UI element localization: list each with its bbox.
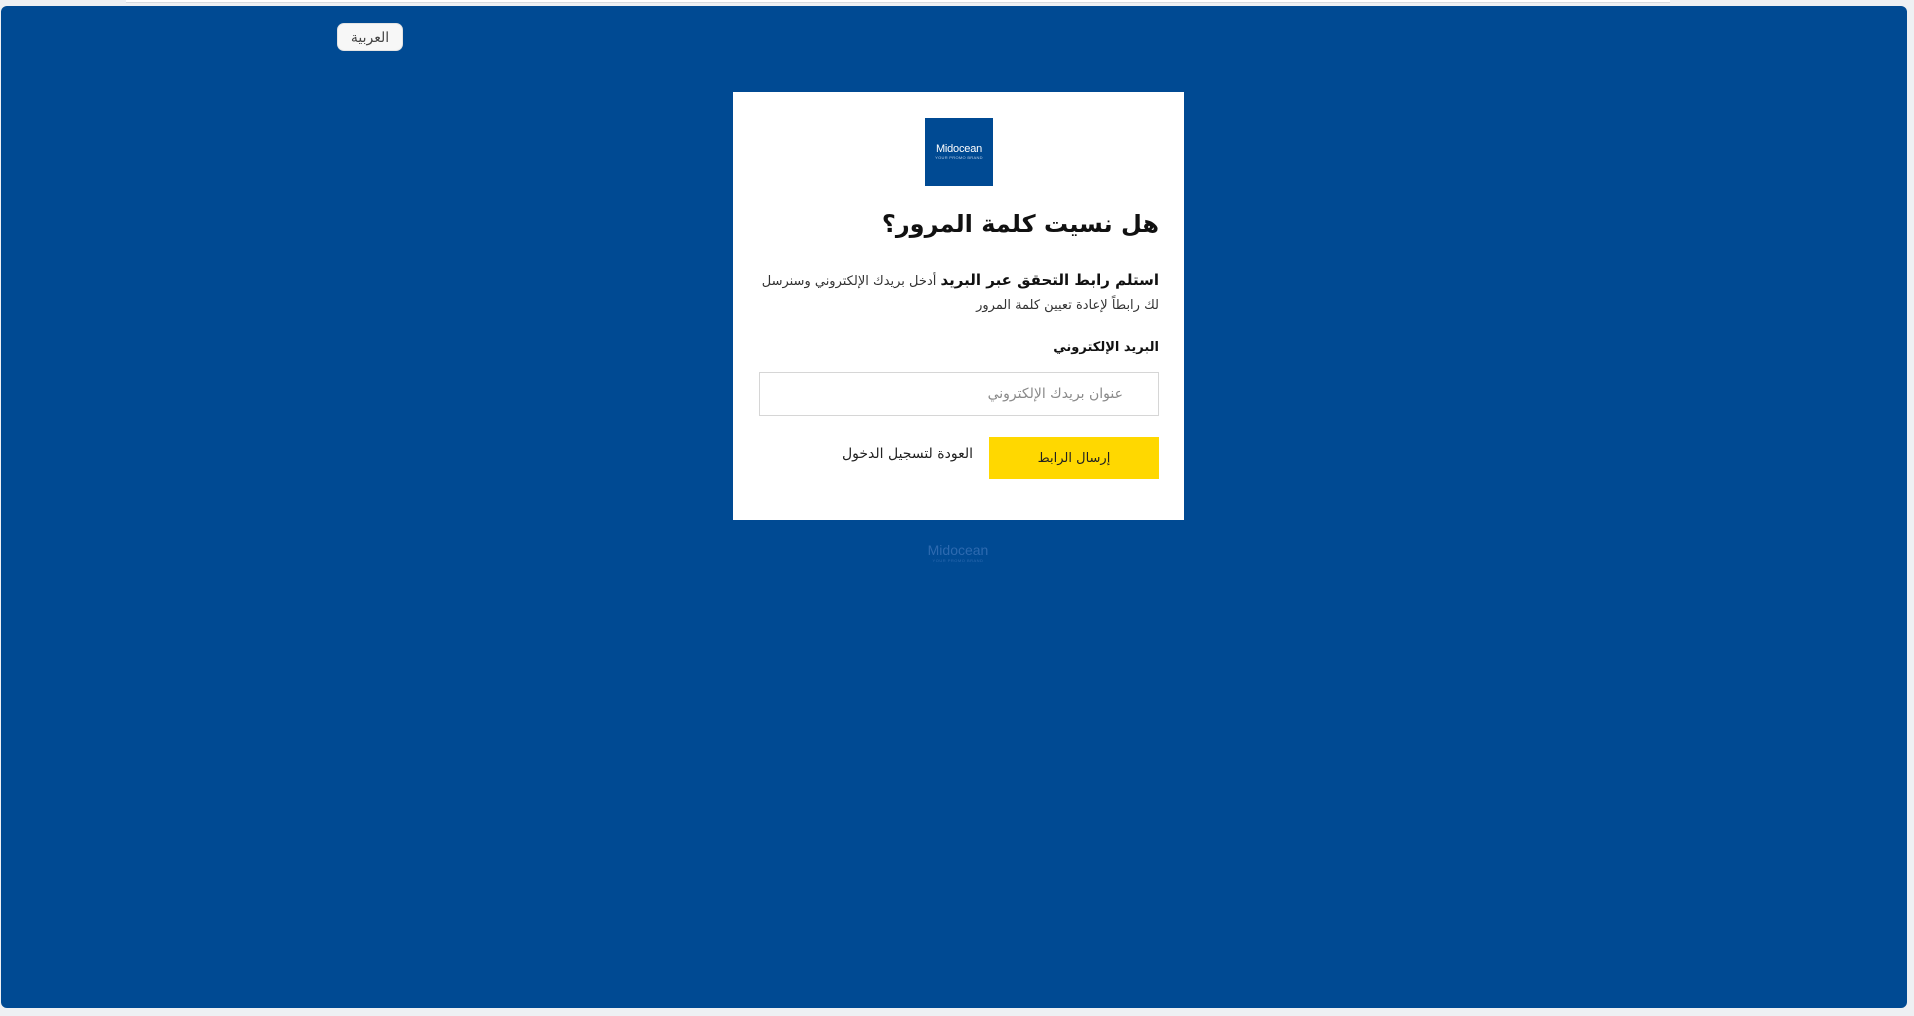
footer-tagline: YOUR PROMO BRAND xyxy=(932,558,984,563)
page-title: هل نسيت كلمة المرور؟ xyxy=(881,210,1159,238)
back-to-login-link[interactable]: العودة لتسجيل الدخول xyxy=(842,446,973,462)
form-description: استلم رابط التحقق عبر البريد أدخل بريدك … xyxy=(757,268,1159,318)
top-strip xyxy=(126,0,1670,3)
footer-logo: Midocean YOUR PROMO BRAND xyxy=(925,542,991,563)
logo-name: Midocean xyxy=(935,143,983,155)
email-label: البريد الإلكتروني xyxy=(1053,340,1159,355)
footer-brand: Midocean xyxy=(927,542,989,558)
midocean-logo: Midocean YOUR PROMO BRAND xyxy=(925,118,993,186)
logo-tagline: YOUR PROMO BRAND xyxy=(935,155,983,160)
login-page-background: العربية Midocean YOUR PROMO BRAND هل نسي… xyxy=(1,6,1907,1008)
language-switcher-button[interactable]: العربية xyxy=(337,23,403,51)
forgot-password-card: Midocean YOUR PROMO BRAND هل نسيت كلمة ا… xyxy=(733,92,1184,520)
email-field[interactable] xyxy=(759,372,1159,416)
send-link-button[interactable]: إرسال الرابط xyxy=(989,437,1159,479)
description-heading: استلم رابط التحقق عبر البريد xyxy=(940,271,1159,289)
